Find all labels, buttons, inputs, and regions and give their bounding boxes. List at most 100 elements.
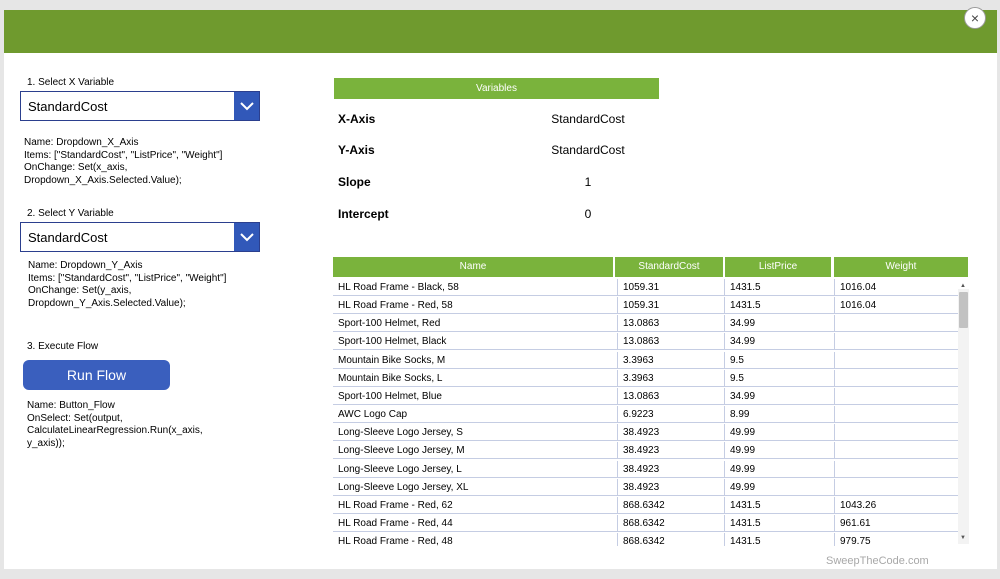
variable-key: Y-Axis [338,143,375,157]
code-line: Dropdown_X_Axis.Selected.Value); [24,174,182,186]
scrollbar-thumb[interactable] [959,292,968,328]
table-cell-standardcost: 868.6342 [618,496,725,514]
column-header-listprice[interactable]: ListPrice [725,257,831,277]
table-cell-name: Sport-100 Helmet, Black [333,333,618,351]
table-cell-listprice: 8.99 [725,406,835,424]
button-flow-code: Name: Button_Flow OnSelect: Set(output, … [27,400,203,450]
table-cell-weight [835,461,960,478]
code-line: y_axis)); [27,437,65,449]
table-cell-name: HL Road Frame - Red, 62 [333,496,618,514]
table-cell-weight [835,442,960,460]
variable-row-x-axis: X-Axis StandardCost [338,112,658,128]
table-cell-name: HL Road Frame - Black, 58 [333,279,618,296]
column-header-name[interactable]: Name [333,257,613,277]
table-cell-listprice: 9.5 [725,369,835,387]
variable-key: X-Axis [338,112,376,126]
table-cell-weight [835,333,960,351]
table-cell-name: Mountain Bike Socks, M [333,351,618,369]
table-cell-listprice: 1431.5 [725,279,835,296]
table-cell-weight [835,424,960,442]
table-cell-standardcost: 38.4923 [618,442,725,460]
table-cell-name: Long-Sleeve Logo Jersey, M [333,442,618,460]
table-cell-standardcost: 38.4923 [618,424,725,442]
code-line: Name: Dropdown_Y_Axis [28,260,143,271]
watermark: SweepTheCode.com [826,555,929,567]
table-cell-weight [835,370,960,387]
table-cell-standardcost: 868.6342 [618,514,725,532]
code-line: Name: Button_Flow [27,400,115,411]
chevron-down-icon[interactable] [234,92,259,120]
code-line: Items: ["StandardCost", "ListPrice", "We… [24,149,223,161]
table-cell-listprice: 1431.5 [725,297,835,315]
variable-value: 0 [584,207,592,221]
table-cell-listprice: 49.99 [725,478,835,496]
table-cell-weight [835,479,960,496]
table-cell-name: Sport-100 Helmet, Blue [333,387,618,405]
table-cell-standardcost: 13.0863 [618,333,725,351]
table-cell-standardcost: 38.4923 [618,478,725,496]
chevron-down-icon[interactable] [234,223,259,251]
table-cell-standardcost: 1059.31 [618,297,725,315]
y-axis-dropdown[interactable]: StandardCost [20,222,260,252]
variable-row-intercept: Intercept 0 [338,207,658,223]
table-cell-listprice: 49.99 [725,442,835,460]
table-cell-name: Mountain Bike Socks, L [333,369,618,387]
code-line: Dropdown_Y_Axis.Selected.Value); [28,297,186,309]
code-line: OnChange: Set(y_axis, [28,285,132,296]
table-cell-name: Long-Sleeve Logo Jersey, XL [333,478,618,496]
table-cell-listprice: 34.99 [725,315,835,333]
table-cell-listprice: 34.99 [725,387,835,405]
table-cell-name: HL Road Frame - Red, 48 [333,533,618,546]
data-table[interactable]: Name StandardCost ListPrice Weight HL Ro… [333,257,968,546]
variable-value: 1 [584,175,592,189]
code-line: OnSelect: Set(output, [27,412,123,424]
x-variable-label: 1. Select X Variable [27,77,115,88]
y-axis-dropdown-value: StandardCost [28,230,108,245]
x-axis-dropdown-value: StandardCost [28,99,108,114]
table-cell-name: AWC Logo Cap [333,406,618,424]
variable-key: Intercept [338,207,389,221]
table-cell-listprice: 34.99 [725,333,835,351]
variable-value: StandardCost [551,112,625,126]
table-cell-weight: 1043.26 [835,497,960,514]
column-header-standardcost[interactable]: StandardCost [615,257,723,277]
code-line: Items: ["StandardCost", "ListPrice", "We… [28,272,227,284]
table-cell-name: Long-Sleeve Logo Jersey, L [333,460,618,478]
variable-value: StandardCost [551,143,625,157]
table-cell-weight [835,352,960,369]
code-line: CalculateLinearRegression.Run(x_axis, [27,425,203,436]
table-cell-weight: 961.61 [835,515,960,532]
table-cell-standardcost: 3.3963 [618,369,725,387]
table-cell-weight: 1016.04 [835,297,960,315]
scroll-up-icon[interactable]: ▲ [960,283,966,289]
table-cell-name: Long-Sleeve Logo Jersey, S [333,424,618,442]
run-flow-button[interactable]: Run Flow [23,360,170,390]
code-line: Name: Dropdown_X_Axis [24,137,139,148]
table-cell-listprice: 49.99 [725,460,835,478]
y-variable-label: 2. Select Y Variable [27,208,114,219]
scroll-down-icon[interactable]: ▼ [960,535,966,541]
table-cell-weight [835,406,960,424]
table-cell-weight [835,315,960,333]
x-axis-code: Name: Dropdown_X_Axis Items: ["StandardC… [24,137,222,187]
variable-row-slope: Slope 1 [338,175,658,191]
table-cell-standardcost: 38.4923 [618,460,725,478]
variables-header: Variables [334,78,659,99]
table-scrollbar[interactable]: ▲ ▼ [958,283,969,544]
table-cell-listprice: 1431.5 [725,514,835,532]
table-cell-listprice: 1431.5 [725,496,835,514]
code-line: OnChange: Set(x_axis, [24,162,128,173]
table-cell-name: HL Road Frame - Red, 44 [333,514,618,532]
header-bar [4,10,997,53]
table-cell-name: HL Road Frame - Red, 58 [333,297,618,315]
table-cell-standardcost: 6.9223 [618,406,725,424]
column-header-weight[interactable]: Weight [834,257,968,277]
table-cell-standardcost: 868.6342 [618,533,725,546]
table-cell-weight: 979.75 [835,533,960,546]
x-axis-dropdown[interactable]: StandardCost [20,91,260,121]
table-cell-standardcost: 3.3963 [618,351,725,369]
table-cell-standardcost: 1059.31 [618,279,725,296]
close-icon[interactable]: × [964,7,986,29]
table-cell-listprice: 1431.5 [725,533,835,546]
table-cell-standardcost: 13.0863 [618,315,725,333]
